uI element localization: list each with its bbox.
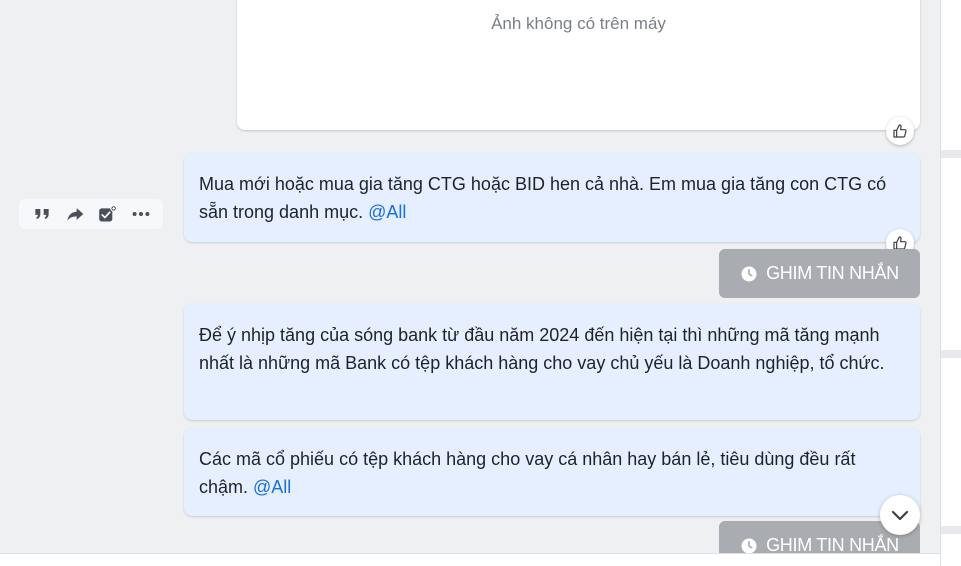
message-text: Để ý nhịp tăng của sóng bank từ đầu năm …	[199, 325, 885, 373]
message-actions-toolbar	[19, 199, 163, 229]
reaction-button[interactable]	[886, 117, 914, 145]
image-message-card[interactable]: Ảnh không có trên máy	[237, 0, 920, 130]
thumbs-up-icon	[893, 124, 907, 138]
message-text: Các mã cổ phiếu có tệp khách hàng cho va…	[199, 449, 856, 497]
mention-all-link[interactable]: @All	[253, 477, 291, 497]
task-check-icon	[99, 204, 118, 221]
message-bubble[interactable]: Mua mới hoặc mua gia tăng CTG hoặc BID h…	[184, 153, 920, 242]
message-bubble[interactable]: Các mã cổ phiếu có tệp khách hàng cho va…	[184, 428, 920, 516]
quote-button[interactable]	[30, 202, 54, 226]
more-button[interactable]	[129, 202, 153, 226]
chat-area[interactable]: Ảnh không có trên máy Mua mới hoặc mua g…	[0, 0, 940, 553]
panel-divider	[941, 526, 961, 534]
forward-button[interactable]	[63, 202, 87, 226]
image-unavailable-text: Ảnh không có trên máy	[491, 14, 666, 33]
forward-icon	[67, 208, 83, 221]
assign-task-button[interactable]	[96, 202, 120, 226]
pin-message-label: GHIM TIN NHẮN	[766, 263, 899, 283]
panel-divider	[941, 150, 961, 158]
clock-icon	[740, 265, 758, 283]
more-icon	[132, 211, 149, 217]
quote-icon	[34, 209, 49, 219]
right-side-panel	[940, 0, 961, 566]
pin-message-button[interactable]: GHIM TIN NHẮN	[719, 249, 920, 298]
panel-divider	[941, 350, 961, 358]
mention-all-link[interactable]: @All	[368, 202, 406, 222]
chevron-down-icon	[891, 510, 909, 521]
message-text: Mua mới hoặc mua gia tăng CTG hoặc BID h…	[199, 174, 887, 222]
composer-bar[interactable]	[0, 553, 940, 566]
clock-icon	[740, 537, 758, 553]
message-bubble[interactable]: Để ý nhịp tăng của sóng bank từ đầu năm …	[184, 304, 920, 420]
pin-message-label: GHIM TIN NHẮN	[766, 535, 899, 553]
scroll-to-bottom-button[interactable]	[880, 495, 920, 535]
